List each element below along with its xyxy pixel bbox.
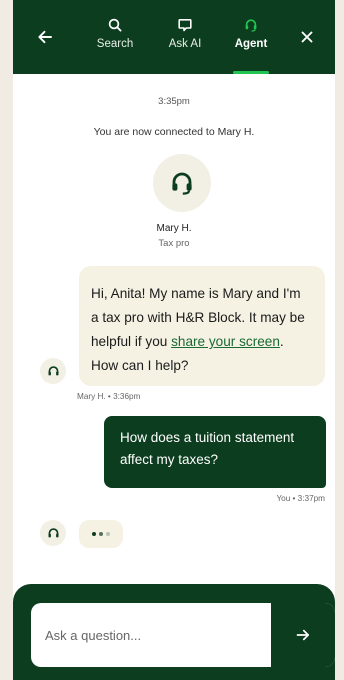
headset-icon [245, 19, 257, 32]
typing-dot [106, 532, 110, 536]
user-message-bubble: How does a tuition statement affect my t… [104, 416, 326, 488]
message-input[interactable] [31, 603, 267, 667]
tab-search-label: Search [96, 38, 134, 50]
typing-dot [99, 532, 103, 536]
user-message-text: How does a tuition statement affect my t… [120, 430, 295, 467]
typing-indicator [79, 520, 123, 548]
agent-avatar-small [40, 358, 66, 384]
connection-status: You are now connected to Mary H. [93, 126, 255, 138]
chat-timestamp: 3:35pm [158, 96, 190, 107]
user-message-meta: You • 3:37pm [276, 494, 325, 503]
tab-agent-label: Agent [234, 38, 268, 50]
agent-avatar-small [40, 520, 66, 546]
share-screen-link[interactable]: share your screen [171, 334, 280, 349]
active-tab-indicator [233, 71, 269, 74]
close-icon [301, 31, 313, 43]
headset-icon [172, 172, 192, 195]
chat-window: Search Ask AI Agent 3:35pm You are now c… [13, 0, 335, 680]
headset-icon [47, 365, 59, 375]
send-button[interactable] [271, 603, 335, 667]
tab-ask-ai-label: Ask AI [168, 38, 202, 50]
close-button[interactable] [289, 0, 325, 74]
arrow-right-icon [296, 629, 310, 641]
headset-icon [47, 527, 59, 537]
agent-avatar [153, 154, 211, 212]
search-icon [108, 18, 122, 32]
tab-search[interactable]: Search [84, 18, 146, 74]
agent-message-meta: Mary H. • 3:36pm [77, 392, 141, 401]
message-input-container [31, 603, 335, 667]
agent-role: Tax pro [158, 238, 190, 249]
typing-dot [92, 532, 96, 536]
back-button[interactable] [27, 0, 63, 74]
agent-name: Mary H. [156, 223, 192, 234]
chat-icon [178, 19, 192, 32]
agent-message-bubble: Hi, Anita! My name is Mary and I'm a tax… [79, 266, 325, 386]
composer-bar [13, 584, 335, 680]
tab-ask-ai[interactable]: Ask AI [154, 18, 216, 74]
arrow-left-icon [38, 30, 52, 44]
header-bar: Search Ask AI Agent [13, 0, 335, 74]
tab-agent[interactable]: Agent [220, 18, 282, 74]
